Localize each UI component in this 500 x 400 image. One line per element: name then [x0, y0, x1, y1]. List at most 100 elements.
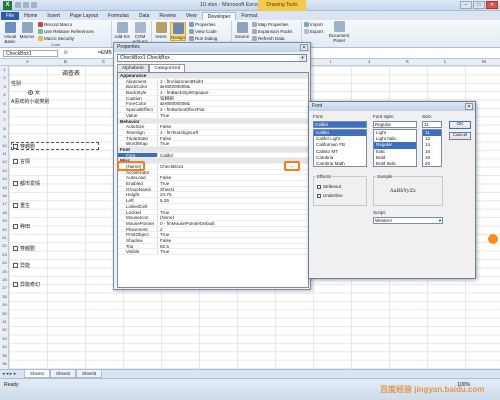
row-header[interactable]: 34 — [0, 344, 9, 349]
column-header[interactable]: M — [482, 59, 486, 64]
macro-security-button[interactable]: Macro Security — [38, 36, 74, 42]
row-header[interactable]: 4 — [0, 92, 9, 97]
sheet-tab-3[interactable]: Sheet3 — [76, 370, 103, 378]
tab-formulas[interactable]: Formulas — [103, 12, 134, 20]
import-button[interactable]: Import — [304, 22, 323, 28]
row-header[interactable]: 5 — [0, 101, 9, 106]
add-ins-button[interactable]: Add-Ins — [114, 22, 130, 39]
row-header[interactable]: 33 — [0, 336, 9, 341]
property-value[interactable]: 82.5 — [158, 244, 308, 249]
row-header[interactable]: 9 — [0, 134, 9, 139]
checkbox-6[interactable]: 穿越剧 — [13, 245, 35, 252]
tab-alphabetic[interactable]: Alphabetic — [117, 64, 150, 72]
close-icon[interactable]: ✕ — [300, 44, 308, 51]
export-button[interactable]: Export — [304, 29, 323, 35]
size-list[interactable]: 11121416182022 — [422, 129, 442, 167]
save-icon[interactable] — [15, 2, 21, 8]
column-header[interactable]: C — [102, 59, 105, 64]
row-header[interactable]: 3 — [0, 84, 9, 89]
ok-button[interactable]: OK — [449, 121, 471, 129]
property-value[interactable] — [158, 204, 308, 209]
column-header[interactable]: A — [26, 59, 29, 64]
tab-insert[interactable]: Insert — [42, 12, 65, 20]
row-header[interactable]: 1 — [0, 67, 9, 72]
property-value[interactable]: 穿越剧 — [158, 96, 308, 101]
insert-control-button[interactable]: Insert — [153, 22, 169, 39]
property-value[interactable]: 2 - fmButtonEffectFlat — [158, 107, 308, 112]
refresh-data-button[interactable]: Refresh Data — [252, 36, 285, 42]
underline-checkbox[interactable]: Underline — [317, 193, 343, 198]
row-header[interactable]: 17 — [0, 201, 9, 206]
tab-data[interactable]: Data — [134, 12, 155, 20]
row-header[interactable]: 30 — [0, 311, 9, 316]
property-row[interactable]: Visible True — [118, 249, 308, 255]
row-header[interactable]: 24 — [0, 260, 9, 265]
row-header[interactable]: 13 — [0, 168, 9, 173]
row-header[interactable]: 27 — [0, 285, 9, 290]
redo-icon[interactable] — [31, 2, 37, 8]
sheet-tab-2[interactable]: Sheet2 — [50, 370, 77, 378]
font-list[interactable]: Calibri Calibri Light Californian FB Calist… — [313, 129, 367, 167]
checkbox-8[interactable]: 异能奇幻 — [13, 281, 40, 288]
property-value[interactable]: &H80000008& — [158, 101, 308, 106]
property-value[interactable]: 24.75 — [158, 192, 308, 197]
row-header[interactable]: 14 — [0, 176, 9, 181]
visual-basic-button[interactable]: Visual Basic — [2, 22, 18, 44]
object-selector[interactable]: CheckBox1 CheckBox ▼ — [117, 54, 307, 62]
excel-app-icon[interactable]: X — [3, 1, 12, 10]
row-header[interactable]: 23 — [0, 252, 9, 257]
column-header[interactable]: J — [368, 59, 370, 64]
row-header[interactable]: 35 — [0, 353, 9, 358]
property-value[interactable]: False — [158, 238, 308, 243]
record-macro-button[interactable]: Record Macro — [38, 22, 72, 28]
row-header[interactable]: 29 — [0, 302, 9, 307]
row-header[interactable]: 31 — [0, 319, 9, 324]
property-value[interactable]: False — [158, 136, 308, 141]
tab-page-layout[interactable]: Page Layout — [65, 12, 103, 20]
document-panel-button[interactable]: Document Panel — [326, 21, 352, 43]
property-value[interactable]: 1 - fmBackStyleOpaque — [158, 90, 308, 95]
font-ellipsis-button[interactable]: ... — [284, 161, 300, 171]
property-value[interactable]: False — [158, 124, 308, 129]
row-header[interactable]: 20 — [0, 227, 9, 232]
relative-references-button[interactable]: Use Relative References — [38, 29, 94, 35]
property-value[interactable]: 2 — [158, 227, 308, 232]
row-header[interactable]: 18 — [0, 210, 9, 215]
property-value[interactable]: (None) — [158, 215, 308, 220]
undo-icon[interactable] — [23, 2, 29, 8]
row-header[interactable]: 25 — [0, 269, 9, 274]
view-code-button[interactable]: View Code — [189, 29, 217, 35]
checkbox-5[interactable]: 种田 — [13, 223, 30, 230]
tab-developer[interactable]: Developer — [201, 12, 237, 20]
com-add-ins-button[interactable]: COM Add-Ins — [132, 22, 148, 44]
sheet-tab-1[interactable]: Sheet1 — [24, 370, 51, 378]
column-header[interactable]: K — [406, 59, 409, 64]
row-header[interactable]: 15 — [0, 185, 9, 190]
property-value[interactable]: 5.25 — [158, 198, 308, 203]
size-input[interactable]: 11 — [422, 121, 442, 128]
tab-file[interactable]: File — [1, 12, 20, 20]
expansion-packs-button[interactable]: Expansion Packs — [252, 29, 293, 35]
property-value[interactable]: True — [158, 141, 308, 146]
property-grid[interactable]: Appearance Alignment 1 - fmAlignmentRight B… — [117, 72, 309, 288]
font-style-input[interactable]: Regular — [373, 121, 417, 128]
sheet-nav-arrows-icon[interactable]: ◂ ◂ ▸ ▸ — [2, 371, 16, 377]
font-style-list-item[interactable]: Bold Italic — [374, 161, 416, 166]
row-header[interactable]: 10 — [0, 143, 9, 148]
checkbox-7[interactable]: 异能 — [13, 262, 30, 269]
fx-icon[interactable]: fx — [64, 50, 68, 56]
row-header[interactable]: 21 — [0, 235, 9, 240]
row-header[interactable]: 7 — [0, 117, 9, 122]
tab-review[interactable]: Review — [154, 12, 180, 20]
source-button[interactable]: Source — [234, 22, 250, 39]
row-header[interactable]: 11 — [0, 151, 9, 156]
row-header[interactable]: 8 — [0, 126, 9, 131]
cancel-button[interactable]: Cancel — [449, 132, 471, 140]
font-input[interactable]: Calibri — [313, 121, 367, 128]
property-value[interactable]: True — [158, 181, 308, 186]
column-header[interactable]: L — [444, 59, 447, 64]
property-value[interactable]: False — [158, 175, 308, 180]
minimize-button[interactable]: – — [460, 1, 472, 9]
property-value[interactable]: &H80000005& — [158, 84, 308, 89]
font-style-list[interactable]: Light Light Italic Regular Italic Bold Bold I… — [373, 129, 417, 167]
